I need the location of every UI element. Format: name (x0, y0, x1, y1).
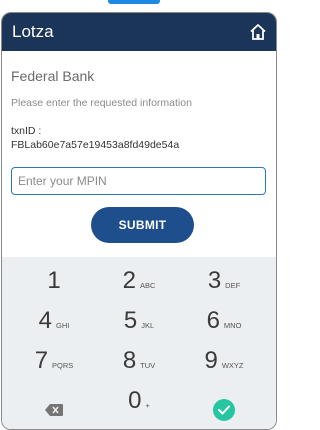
key-digit: 2 (122, 267, 136, 294)
key-2[interactable]: 2 ABC (109, 267, 169, 303)
instruction-text: Please enter the requested information (11, 97, 192, 109)
key-digit: 1 (47, 267, 61, 294)
backspace-icon[interactable] (45, 404, 63, 416)
key-7[interactable]: 7 PQRS (24, 347, 84, 383)
app-bar: Lotza (2, 13, 276, 51)
txn-id-value: FBLab60e7a57e19453a8fd49de54a (11, 139, 180, 151)
key-letters: WXYZ (221, 361, 244, 370)
submit-button[interactable]: SUBMIT (91, 207, 194, 243)
key-letters: GHI (56, 321, 70, 330)
key-letters: DEF (225, 281, 241, 290)
mpin-field-box (11, 167, 276, 195)
key-digit: 8 (122, 347, 137, 374)
bank-name: Federal Bank (11, 68, 95, 84)
key-8[interactable]: 8 TUV (109, 347, 169, 383)
txn-id-label: txnID : (11, 125, 42, 137)
key-letters: TUV (140, 361, 156, 370)
key-letters: MNO (223, 321, 242, 330)
phone-frame: Lotza Federal Bank Please enter the requ… (1, 12, 277, 430)
key-3[interactable]: 3 DEF (194, 267, 254, 303)
key-9[interactable]: 9 WXYZ (194, 347, 254, 383)
key-digit: 4 (38, 307, 52, 334)
key-digit: 6 (206, 307, 220, 334)
top-strip (0, 0, 278, 12)
check-icon[interactable] (213, 399, 235, 421)
key-letters: PQRS (52, 361, 74, 370)
key-letters: JKL (141, 321, 155, 330)
key-digit: 0 (128, 387, 142, 414)
key-digit: 7 (34, 347, 49, 374)
key-0[interactable]: 0 + (109, 387, 169, 423)
key-digit: 3 (207, 267, 222, 294)
key-6[interactable]: 6 MNO (194, 307, 254, 343)
mpin-input[interactable] (12, 168, 276, 194)
home-icon[interactable] (248, 22, 268, 42)
key-letters: ABC (139, 281, 156, 290)
app-title: Lotza (12, 22, 54, 41)
key-5[interactable]: 5 JKL (109, 307, 169, 343)
status-peek (108, 0, 160, 4)
key-letters: + (145, 401, 150, 410)
key-digit: 5 (123, 307, 138, 334)
key-1[interactable]: 1 (24, 267, 84, 303)
checkmark-glyph (218, 405, 230, 415)
key-4[interactable]: 4 GHI (24, 307, 84, 343)
key-digit: 9 (204, 347, 218, 374)
numeric-keypad: 1 2 ABC 3 DEF 4 GHI 5 JKL 6 MNO 7 PQRS 8 TUV 9W… (2, 257, 276, 429)
